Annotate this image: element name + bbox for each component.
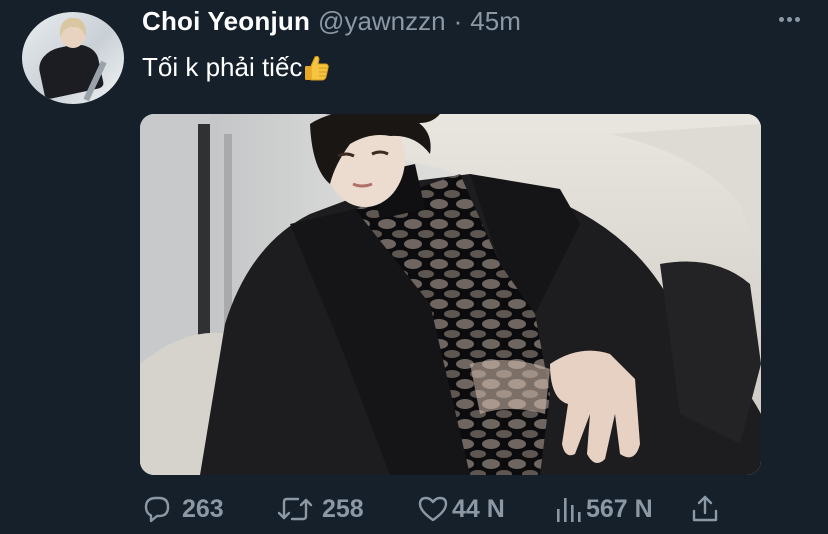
display-name[interactable]: Choi Yeonjun xyxy=(142,6,310,37)
share-button[interactable] xyxy=(688,490,722,528)
retweet-button[interactable]: 258 xyxy=(276,490,364,528)
views-chart-icon xyxy=(557,498,581,522)
views-button[interactable]: 567 N xyxy=(554,490,653,528)
like-button[interactable]: 44 N xyxy=(416,490,505,528)
separator-dot: · xyxy=(453,5,463,36)
tweet-photo[interactable] xyxy=(140,114,761,475)
user-handle[interactable]: @yawnzzn xyxy=(318,6,446,37)
timestamp[interactable]: 45m xyxy=(470,6,521,37)
views-count: 567 N xyxy=(586,494,653,523)
tweet-header: Choi Yeonjun @yawnzzn · 45m xyxy=(142,4,521,38)
thumbs-up-icon xyxy=(302,53,332,83)
like-count: 44 N xyxy=(452,494,505,523)
share-icon xyxy=(692,495,718,522)
retweet-icon xyxy=(277,497,313,521)
tweet-actions: 263 258 44 N 567 N xyxy=(140,490,740,528)
reply-button[interactable]: 263 xyxy=(140,490,224,528)
avatar[interactable] xyxy=(22,12,124,104)
reply-icon xyxy=(144,496,170,523)
avatar-figure-head xyxy=(60,18,86,48)
tweet-text: Tối k phải tiếc xyxy=(142,52,332,83)
avatar-figure-body xyxy=(35,40,105,100)
photo-content xyxy=(140,114,761,475)
more-horizontal-icon-dot xyxy=(786,16,792,22)
more-horizontal-icon-dot xyxy=(794,16,800,22)
heart-icon xyxy=(418,496,448,522)
reply-count: 263 xyxy=(182,494,224,523)
tweet: Choi Yeonjun @yawnzzn · 45m Tối k phải t… xyxy=(0,0,828,534)
tweet-text-content: Tối k phải tiếc xyxy=(142,52,303,82)
more-horizontal-icon xyxy=(778,16,784,22)
more-options-button[interactable] xyxy=(772,6,806,32)
retweet-count: 258 xyxy=(322,494,364,523)
